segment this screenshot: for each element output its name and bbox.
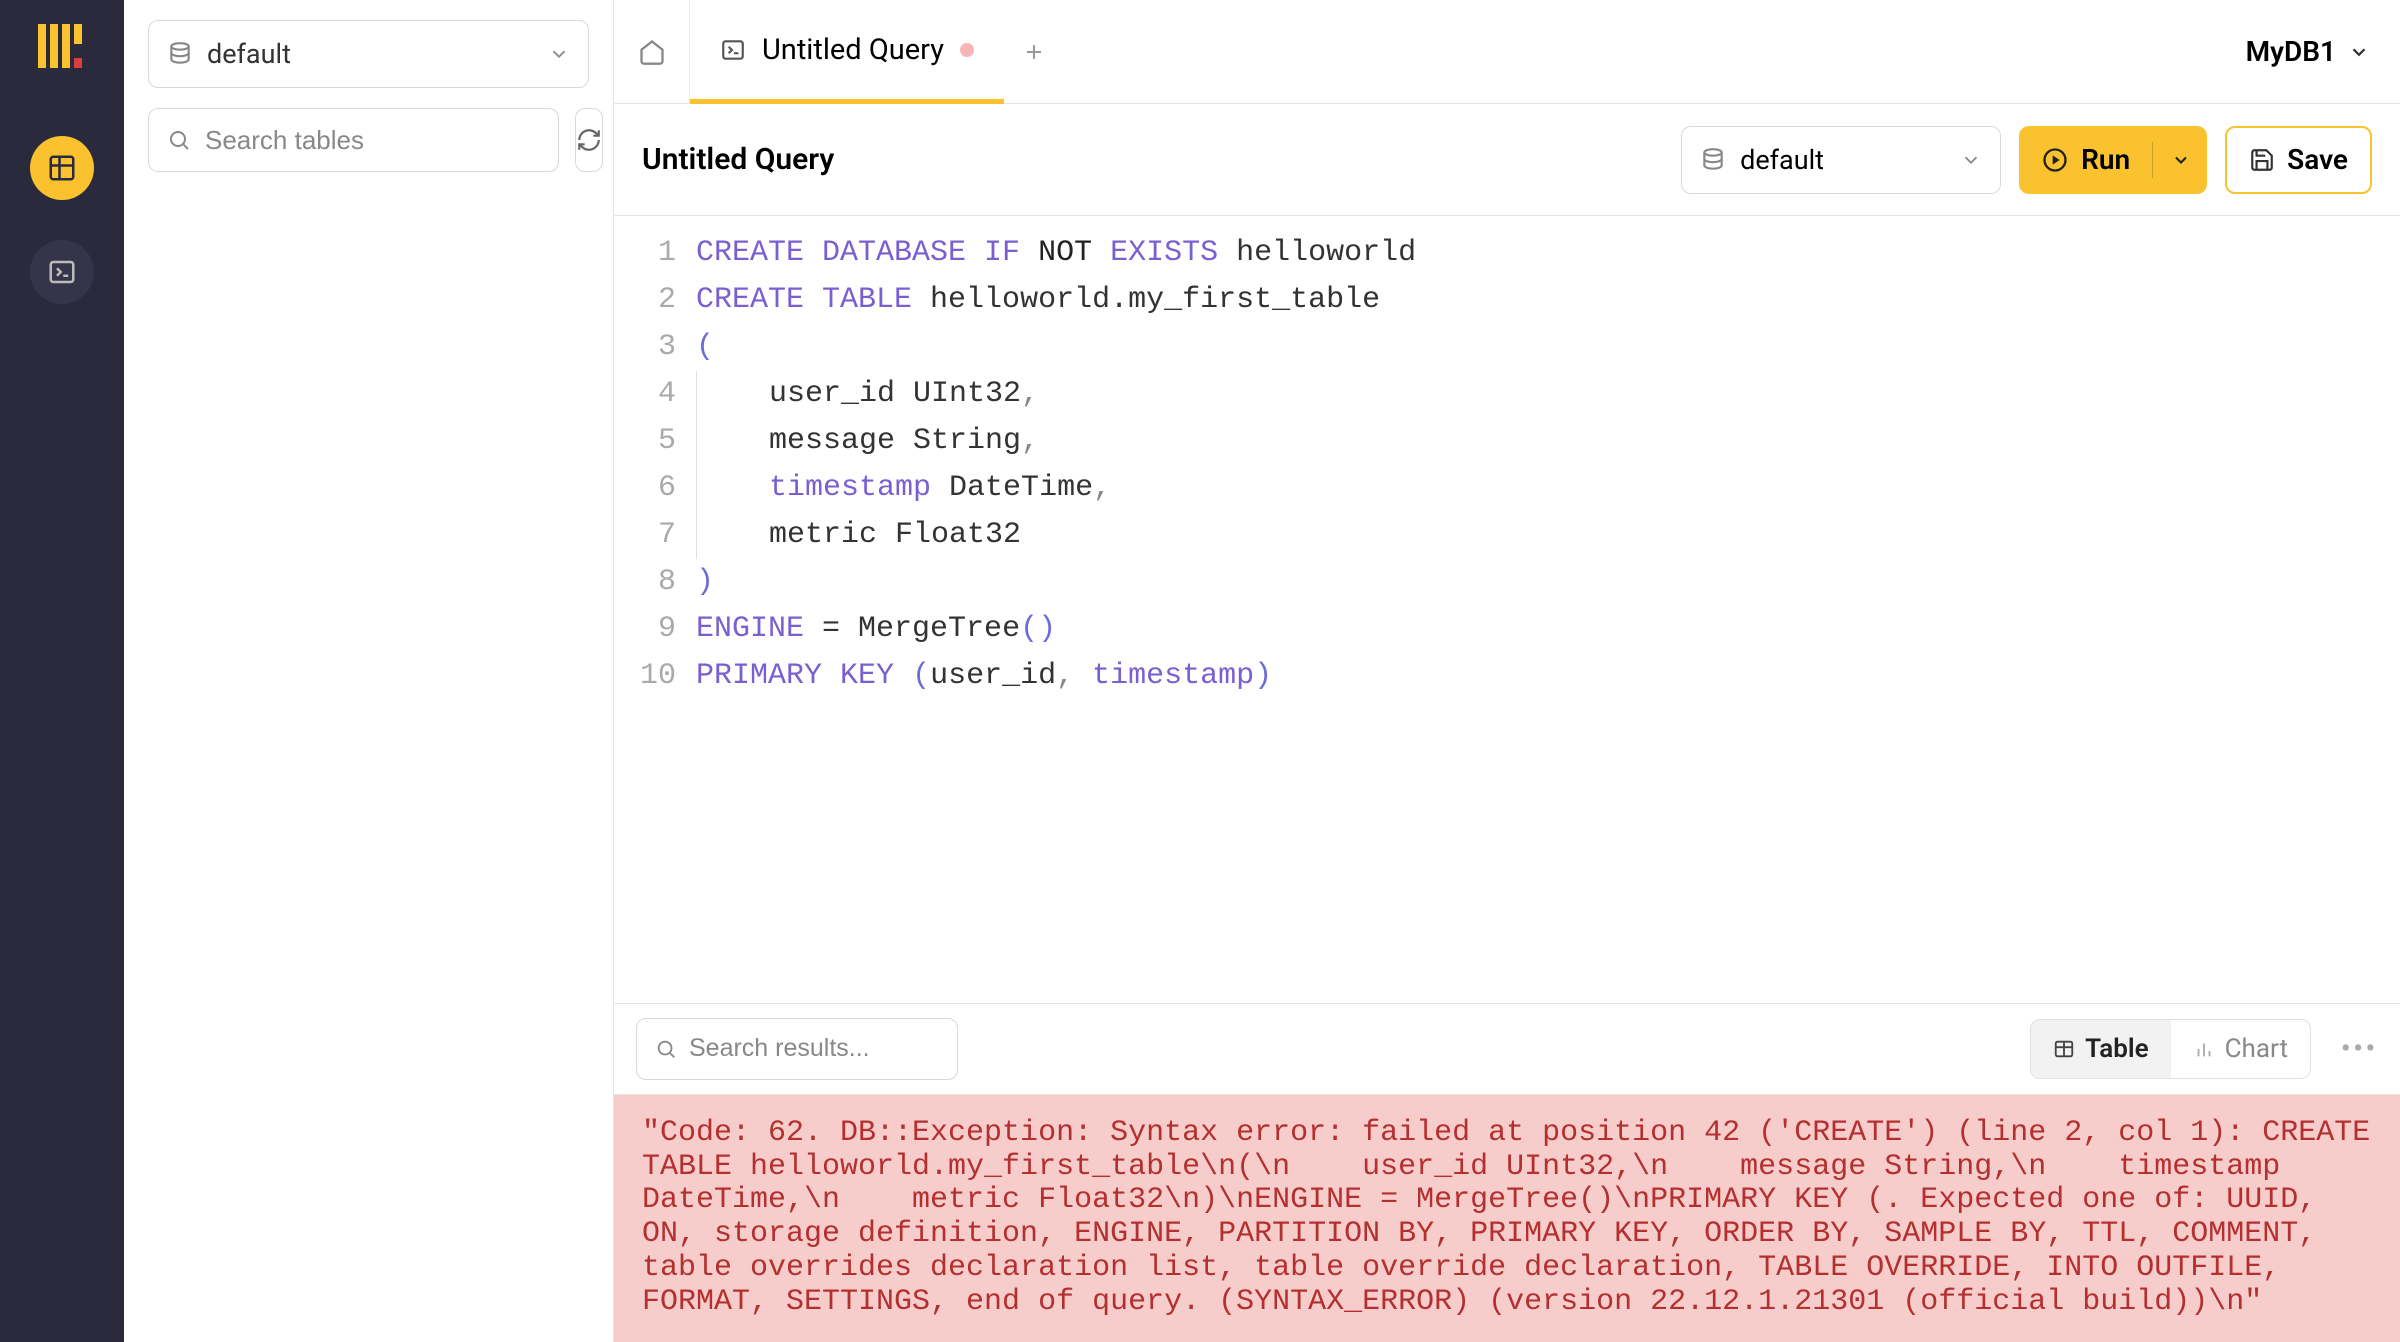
chevron-down-icon <box>2171 150 2191 170</box>
service-switch[interactable]: MyDB1 <box>2216 0 2400 103</box>
query-icon <box>720 37 746 63</box>
plus-icon <box>1022 40 1046 64</box>
results-view-toggle: Table Chart <box>2030 1019 2311 1079</box>
results-search-input[interactable] <box>689 1034 939 1063</box>
sidebar-search-input[interactable] <box>205 125 540 156</box>
tab-bar: Untitled Query MyDB1 <box>614 0 2400 104</box>
sidebar-search[interactable] <box>148 108 559 172</box>
save-button-label: Save <box>2287 143 2348 176</box>
database-icon <box>1700 147 1726 173</box>
view-table-label: Table <box>2085 1034 2149 1064</box>
editor-gutter: 12345678910 <box>614 230 696 1003</box>
database-icon <box>167 41 193 67</box>
results-toolbar: Table Chart ••• <box>614 1003 2400 1095</box>
refresh-tables-button[interactable] <box>575 108 603 172</box>
tab-add-button[interactable] <box>1004 0 1064 103</box>
tab-home[interactable] <box>614 0 690 103</box>
tab-label: Untitled Query <box>762 33 944 67</box>
service-switch-label: MyDB1 <box>2246 35 2336 68</box>
unsaved-dot-icon <box>960 43 974 57</box>
view-chart-label: Chart <box>2225 1034 2288 1064</box>
results-search[interactable] <box>636 1018 958 1080</box>
view-chart-button[interactable]: Chart <box>2171 1020 2310 1078</box>
query-title: Untitled Query <box>642 142 1663 177</box>
search-icon <box>655 1038 677 1060</box>
run-button[interactable]: Run <box>2019 126 2207 194</box>
search-icon <box>167 128 191 152</box>
play-circle-icon <box>2041 146 2069 174</box>
chevron-down-icon <box>548 43 570 65</box>
code-editor[interactable]: 12345678910 CREATE DATABASE IF NOT EXIST… <box>614 216 2400 1003</box>
toolbar-database-label: default <box>1740 144 1946 176</box>
save-button[interactable]: Save <box>2225 126 2372 194</box>
sidebar-database-select[interactable]: default <box>148 20 589 88</box>
query-toolbar: Untitled Query default Run <box>614 104 2400 216</box>
home-icon <box>638 38 666 66</box>
chart-icon <box>2193 1038 2215 1060</box>
main: Untitled Query MyDB1 Untitled Query defa… <box>614 0 2400 1342</box>
editor-code[interactable]: CREATE DATABASE IF NOT EXISTS helloworld… <box>696 230 2400 1003</box>
save-icon <box>2249 147 2275 173</box>
results-more-button[interactable]: ••• <box>2341 1034 2378 1064</box>
run-button-label: Run <box>2081 143 2130 176</box>
left-rail <box>0 0 124 1342</box>
table-icon <box>2053 1038 2075 1060</box>
toolbar-database-select[interactable]: default <box>1681 126 2001 194</box>
tab-query-active[interactable]: Untitled Query <box>690 0 1004 104</box>
ellipsis-icon: ••• <box>2341 1034 2378 1064</box>
sidebar-database-label: default <box>207 38 534 70</box>
error-panel: "Code: 62. DB::Exception: Syntax error: … <box>614 1095 2400 1342</box>
chevron-down-icon <box>1960 149 1982 171</box>
sidebar: default <box>124 0 614 1342</box>
app-logo <box>32 16 92 76</box>
nav-console-button[interactable] <box>30 240 94 304</box>
nav-tables-button[interactable] <box>30 136 94 200</box>
refresh-icon <box>576 127 602 153</box>
chevron-down-icon <box>2348 41 2370 63</box>
view-table-button[interactable]: Table <box>2031 1020 2171 1078</box>
